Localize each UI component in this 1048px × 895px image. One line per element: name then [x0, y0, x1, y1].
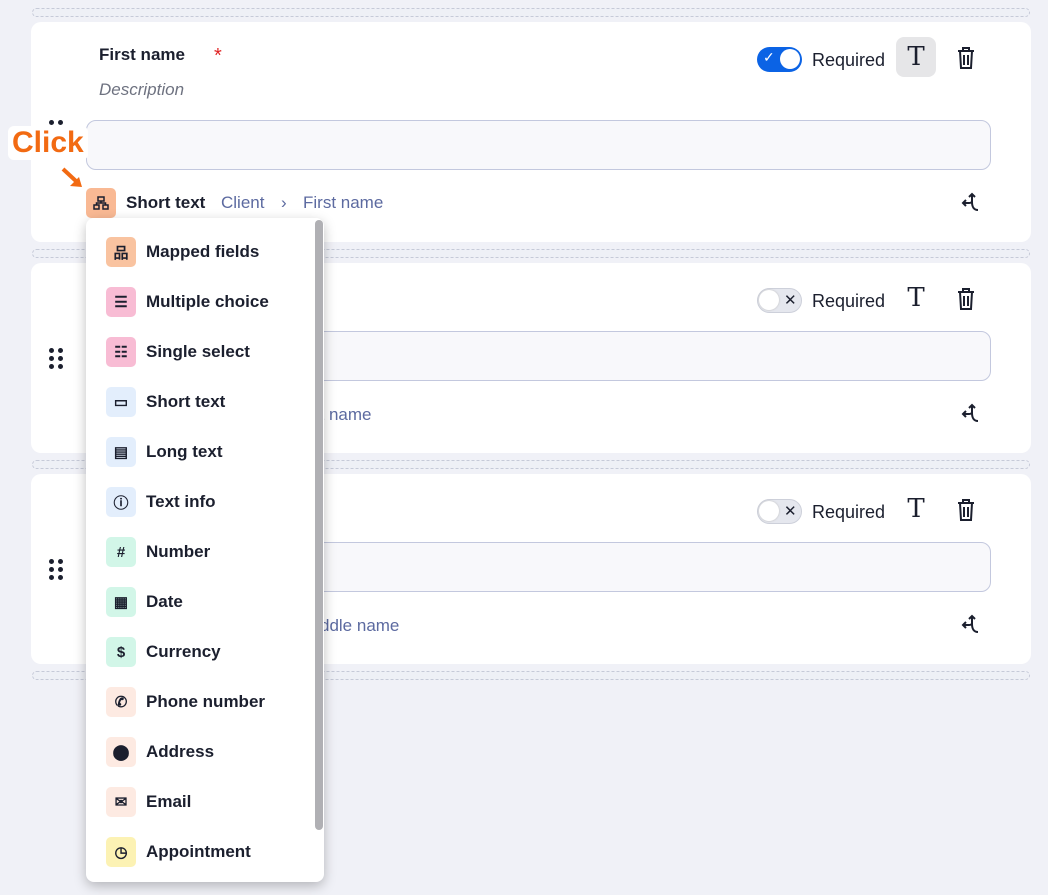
click-annotation: Click	[8, 126, 88, 160]
field-type-menu[interactable]: 品 Mapped fields ☰ Multiple choice ☷ Single se…	[86, 218, 324, 882]
menu-item-date[interactable]: ▦ Date	[106, 587, 183, 617]
logic-branch-icon[interactable]	[959, 402, 983, 426]
sitemap-icon: 品	[106, 237, 136, 267]
info-icon: ⓘ	[106, 487, 136, 517]
dollar-icon: $	[106, 637, 136, 667]
text-box-icon: ▭	[106, 387, 136, 417]
menu-item-text-info[interactable]: ⓘ Text info	[106, 487, 216, 517]
logic-branch-icon[interactable]	[959, 613, 983, 637]
required-label: Required	[812, 50, 886, 70]
menu-item-email[interactable]: ✉ Email	[106, 787, 191, 817]
logic-branch-icon[interactable]	[959, 191, 983, 215]
calendar-clock-icon: ◷	[106, 837, 136, 867]
field-card-first-name[interactable]: First name * Description ✓ Required T Sh…	[31, 22, 1031, 242]
scrollbar[interactable]	[315, 220, 323, 830]
envelope-icon: ✉	[106, 787, 136, 817]
x-icon: ✕	[784, 292, 797, 309]
arrow-annotation-icon	[61, 167, 82, 187]
required-label: Required	[812, 291, 886, 311]
chevron-right-icon: ›	[281, 193, 287, 212]
calendar-icon: ▦	[106, 587, 136, 617]
field-input[interactable]	[86, 120, 991, 170]
list-radio-icon: ☷	[106, 337, 136, 367]
map-pin-icon: ⬤	[106, 737, 136, 767]
list-icon: ☰	[106, 287, 136, 317]
text-format-icon[interactable]: T	[896, 37, 936, 77]
field-type-button[interactable]	[86, 188, 116, 218]
x-icon: ✕	[784, 503, 797, 520]
menu-item-label: Multiple choice	[146, 292, 269, 311]
menu-item-currency[interactable]: $ Currency	[106, 637, 221, 667]
mapping-field[interactable]: First name	[303, 193, 383, 213]
menu-item-mapped-fields[interactable]: 品 Mapped fields	[106, 237, 259, 267]
menu-item-label: Short text	[146, 392, 226, 411]
text-format-icon[interactable]: T	[896, 278, 936, 318]
hash-icon: #	[106, 537, 136, 567]
text-format-icon[interactable]: T	[896, 489, 936, 529]
menu-item-label: Phone number	[146, 692, 266, 711]
drag-handle-icon[interactable]	[49, 559, 63, 581]
menu-item-short-text[interactable]: ▭ Short text	[106, 387, 225, 417]
menu-item-label: Appointment	[146, 842, 251, 861]
menu-item-label: Long text	[146, 442, 223, 461]
menu-item-label: Address	[146, 742, 215, 761]
field-type-label: Short text	[126, 193, 206, 212]
phone-icon: ✆	[106, 687, 136, 717]
menu-item-single-select[interactable]: ☷ Single select	[106, 337, 250, 367]
required-toggle[interactable]: ✕	[757, 288, 802, 313]
menu-item-label: Number	[146, 542, 211, 561]
menu-item-appointment[interactable]: ◷ Appointment	[106, 837, 251, 867]
drag-handle-icon[interactable]	[49, 348, 63, 370]
menu-item-multiple-choice[interactable]: ☰ Multiple choice	[106, 287, 269, 317]
field-description[interactable]: Description	[99, 80, 184, 100]
required-asterisk: *	[214, 45, 222, 67]
trash-icon[interactable]	[956, 46, 976, 70]
required-label: Required	[812, 502, 886, 522]
trash-icon[interactable]	[956, 498, 976, 522]
trash-icon[interactable]	[956, 287, 976, 311]
check-icon: ✓	[763, 49, 775, 65]
document-icon: ▤	[106, 437, 136, 467]
menu-item-label: Email	[146, 792, 192, 811]
menu-item-label: Text info	[146, 492, 216, 511]
menu-item-number[interactable]: # Number	[106, 537, 210, 567]
required-toggle[interactable]: ✓	[757, 47, 802, 72]
menu-item-label: Single select	[146, 342, 250, 361]
menu-item-address[interactable]: ⬤ Address	[106, 737, 214, 767]
menu-item-phone-number[interactable]: ✆ Phone number	[106, 687, 265, 717]
menu-item-label: Mapped fields	[146, 242, 260, 261]
sitemap-icon	[93, 196, 109, 210]
drop-zone	[32, 8, 1030, 17]
mapping-field[interactable]: ddle name	[320, 616, 399, 636]
menu-item-label: Date	[146, 592, 183, 611]
mapping-object[interactable]: Client	[221, 193, 264, 213]
required-toggle[interactable]: ✕	[757, 499, 802, 524]
field-label[interactable]: First name	[99, 45, 185, 65]
menu-item-label: Currency	[146, 642, 221, 661]
menu-item-long-text[interactable]: ▤ Long text	[106, 437, 223, 467]
